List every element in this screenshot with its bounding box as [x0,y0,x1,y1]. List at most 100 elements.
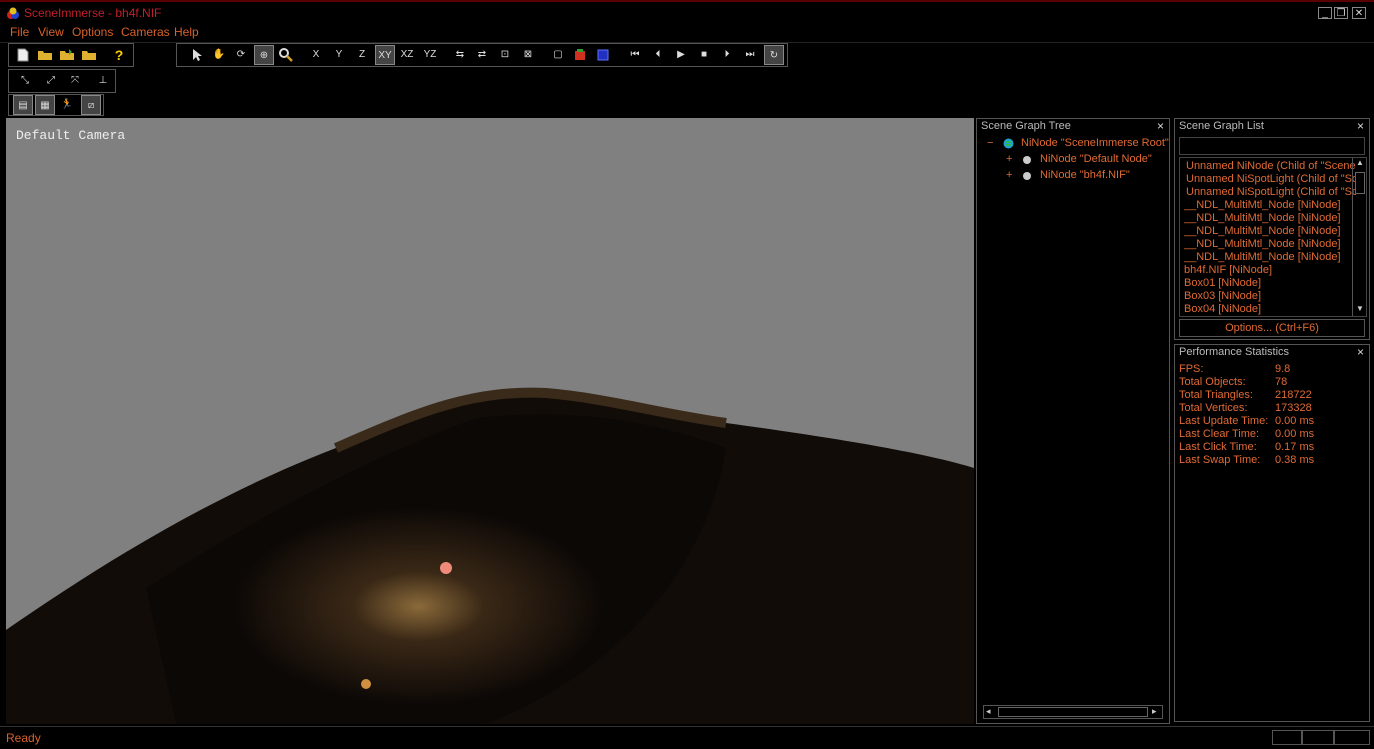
tree-panel-icon: ▤ [18,100,28,111]
stats-panel-close-button[interactable]: × [1357,345,1364,359]
view-prev-button[interactable]: ⇆ [450,45,470,65]
view-next-button[interactable]: ⇄ [472,45,492,65]
transform-icon: ⤡ [21,75,29,86]
list-options-button[interactable]: Options... (Ctrl+F6) [1179,319,1365,337]
list-filter-input[interactable] [1179,137,1365,155]
stop-button[interactable]: ■ [694,45,714,65]
play-button[interactable]: ▶ [671,45,691,65]
list-item[interactable]: __NDL_MultiMtl_Node [NiNode] [1184,251,1354,263]
list-panel-close-button[interactable]: × [1357,119,1364,133]
axis-xz-button[interactable]: XZ [397,45,417,65]
menu-view[interactable]: View [38,25,64,39]
list-item[interactable]: Box03 [NiNode] [1184,290,1354,302]
toggle-stats-button[interactable]: ⧄ [81,95,101,115]
loop-button[interactable]: ↻ [764,45,784,65]
close-button[interactable]: ✕ [1352,7,1366,19]
app-logo-icon [7,7,19,19]
orbit-tool-button[interactable]: ⊕ [254,45,274,65]
target-icon: ⊕ [259,50,269,61]
prev-frame-button[interactable]: ⏴ [648,45,668,65]
tree-item-root[interactable]: NiNode "SceneImmerse Root" [1021,137,1169,149]
list-item[interactable]: Unnamed NiNode (Child of "Scene [1186,160,1356,172]
menu-bar: File View Options Cameras Help [0,22,1374,43]
camera-label: Default Camera [16,128,126,143]
skip-last-icon: ⏭ [745,49,755,60]
axis-y-button[interactable]: Y [329,45,349,65]
zoom-tool-button[interactable] [276,45,296,65]
main-toolbar: ✋ ⟳ ⊕ X Y Z XY XZ YZ ⇆ ⇄ ⊡ ⊠ ▢ ⏮ ⏴ ▶ ■ ⏵… [176,43,788,67]
tree-panel-close-button[interactable]: × [1157,119,1164,133]
tree-collapse-toggle[interactable]: − [987,137,993,149]
transform-tool-2-button[interactable]: ⤢ [41,71,61,91]
menu-cameras[interactable]: Cameras [121,25,170,39]
axis-z-button[interactable]: Z [352,45,372,65]
scene-graph-list[interactable]: Unnamed NiNode (Child of "Scene Unnamed … [1179,157,1367,317]
pan-tool-button[interactable]: ✋ [209,45,229,65]
axis-x-button[interactable]: X [306,45,326,65]
status-pane [1272,730,1302,745]
list-item[interactable]: Unnamed NiSpotLight (Child of "Sc [1186,186,1356,198]
scale-icon: ⤧ [71,75,79,86]
axis-yz-button[interactable]: YZ [420,45,440,65]
panel-toggle-toolbar: ▤ ▦ 🏃 ⧄ [8,94,104,116]
scroll-right-icon[interactable]: ▸ [1152,706,1157,717]
tree-horizontal-scrollbar[interactable]: ◂ ▸ [983,705,1163,719]
tree-item-default-node[interactable]: NiNode "Default Node" [1040,153,1152,165]
menu-options[interactable]: Options [72,25,113,39]
new-file-button[interactable] [13,45,33,65]
stat-value: 0.17 ms [1275,441,1315,453]
list-item[interactable]: __NDL_MultiMtl_Node [NiNode] [1184,212,1354,224]
open-recent-button[interactable] [57,45,77,65]
list-item[interactable]: Box04 [NiNode] [1184,303,1354,315]
3d-viewport[interactable]: Default Camera [6,118,974,724]
list-item[interactable]: __NDL_MultiMtl_Node [NiNode] [1184,238,1354,250]
stats-panel-title: Performance Statistics [1179,346,1290,358]
material-button[interactable] [570,45,590,65]
tree-expand-toggle[interactable]: + [1006,153,1012,165]
axis-icon: ⊥ [98,75,108,86]
scroll-thumb[interactable] [998,707,1148,717]
help-button[interactable]: ? [109,45,129,65]
zoom-extents-button[interactable]: ⊡ [495,45,515,65]
last-frame-button[interactable]: ⏭ [740,45,760,65]
menu-help[interactable]: Help [174,25,199,39]
zoom-extents-icon: ⊡ [500,49,510,60]
save-file-button[interactable] [79,45,99,65]
tree-expand-toggle[interactable]: + [1006,169,1012,181]
transform-tool-3-button[interactable]: ⤧ [65,71,85,91]
toggle-animation-button[interactable]: 🏃 [57,95,77,115]
stat-value: 0.00 ms [1275,415,1315,427]
hand-icon: ✋ [212,49,226,60]
scroll-up-icon[interactable]: ▲ [1356,158,1364,167]
list-item[interactable]: __NDL_MultiMtl_Node [NiNode] [1184,199,1354,211]
list-item[interactable]: __NDL_MultiMtl_Node [NiNode] [1184,225,1354,237]
wireframe-button[interactable]: ▢ [548,45,568,65]
stat-value: 0.38 ms [1275,454,1315,466]
scroll-down-icon[interactable]: ▼ [1356,304,1364,313]
transform-tool-1-button[interactable]: ⤡ [15,71,35,91]
open-file-button[interactable] [35,45,55,65]
tree-item-bh4f[interactable]: NiNode "bh4f.NIF" [1040,169,1130,181]
restore-button[interactable]: ❐ [1334,7,1348,19]
cube-solid-icon [597,49,609,61]
axis-xy-button[interactable]: XY [375,45,395,65]
zoom-all-button[interactable]: ⊠ [518,45,538,65]
first-frame-button[interactable]: ⏮ [625,45,645,65]
toggle-list-button[interactable]: ▦ [35,95,55,115]
next-frame-button[interactable]: ⏵ [717,45,737,65]
list-item[interactable]: Unnamed NiSpotLight (Child of "Sc [1186,173,1356,185]
list-item[interactable]: Box01 [NiNode] [1184,277,1354,289]
shaded-button[interactable] [593,45,613,65]
list-item[interactable]: bh4f.NIF [NiNode] [1184,264,1354,276]
rotate-tool-button[interactable]: ⟳ [231,45,251,65]
menu-file[interactable]: File [10,25,29,39]
stat-value: 78 [1275,376,1288,388]
minimize-button[interactable]: _ [1318,7,1332,19]
stat-label: Last Swap Time: [1179,454,1261,466]
scroll-left-icon[interactable]: ◂ [986,706,991,717]
transform-tool-4-button[interactable]: ⊥ [93,71,113,91]
select-tool-button[interactable] [187,45,207,65]
list-vertical-scrollbar[interactable]: ▲ ▼ [1352,158,1366,316]
toggle-tree-button[interactable]: ▤ [13,95,33,115]
scroll-thumb[interactable] [1355,172,1365,194]
